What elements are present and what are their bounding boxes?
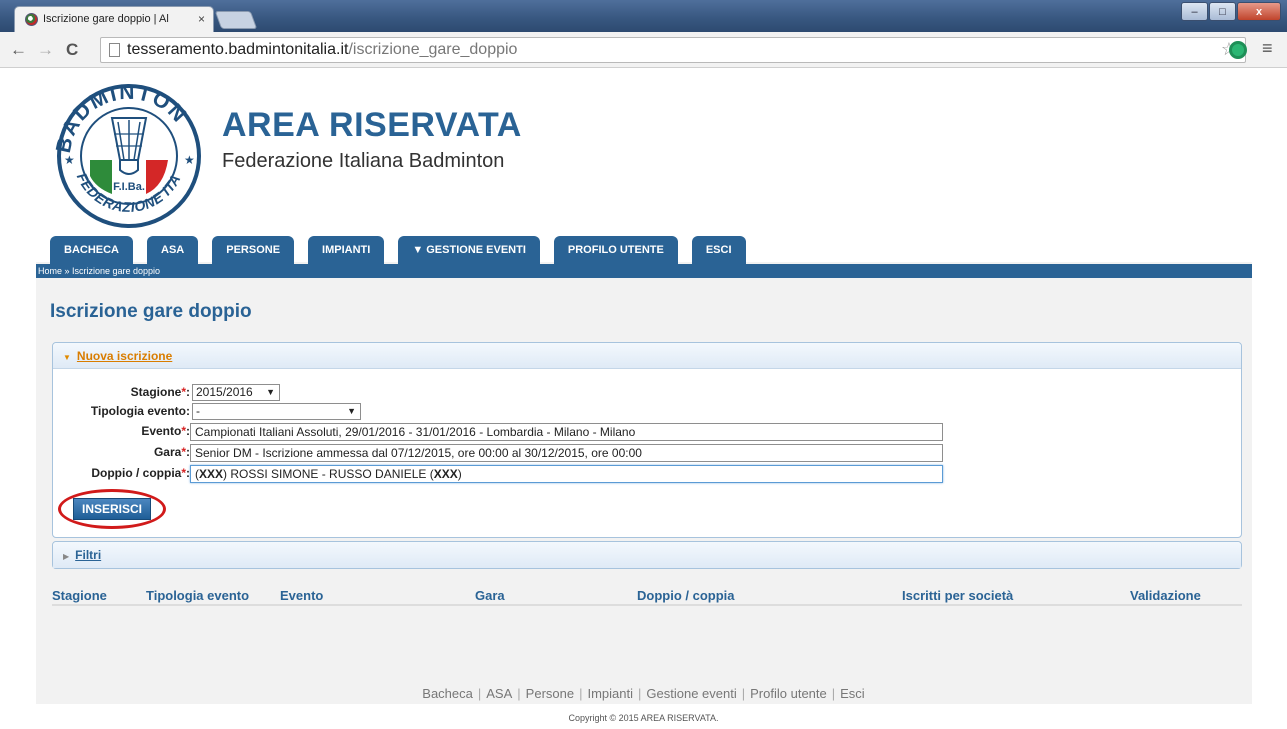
panel-filtri: ▶ Filtri bbox=[52, 541, 1242, 569]
doppio-coppia-field[interactable]: (XXX) ROSSI SIMONE - RUSSO DANIELE (XXX) bbox=[190, 465, 943, 483]
window-controls: – □ x bbox=[1181, 2, 1281, 21]
tipologia-select[interactable]: - ▼ bbox=[192, 403, 361, 420]
tab-gestione-eventi[interactable]: ▼ GESTIONE EVENTI bbox=[398, 236, 540, 264]
site-header: BADMINTON FEDERAZIONE ITALIANA F.I.Ba. ★… bbox=[36, 68, 1252, 262]
footer-link-esci[interactable]: Esci bbox=[840, 686, 865, 701]
browser-titlebar: Iscrizione gare doppio | Al × – □ x bbox=[0, 0, 1287, 32]
panel-nuova-iscrizione: ▼ Nuova iscrizione Stagione*: 2015/2016 ▼ … bbox=[52, 342, 1242, 538]
column-header-evento[interactable]: Evento bbox=[280, 588, 323, 603]
browser-toolbar: ← → C tesseramento.badmintonitalia.it/is… bbox=[0, 32, 1287, 68]
page-icon bbox=[109, 43, 120, 57]
evento-field[interactable]: Campionati Italiani Assoluti, 29/01/2016… bbox=[190, 423, 943, 441]
tab-impianti[interactable]: IMPIANTI bbox=[308, 236, 385, 264]
footer-link-bacheca[interactable]: Bacheca bbox=[422, 686, 473, 701]
url-text: tesseramento.badmintonitalia.it/iscrizio… bbox=[127, 41, 517, 59]
column-header-iscritti[interactable]: Iscritti per società bbox=[902, 588, 1013, 603]
tipologia-label: Tipologia evento: bbox=[90, 404, 190, 418]
svg-text:★: ★ bbox=[64, 153, 75, 167]
extension-icon[interactable] bbox=[1229, 41, 1247, 59]
tab-asa[interactable]: ASA bbox=[147, 236, 199, 264]
results-table-header: Stagione Tipologia evento Evento Gara Do… bbox=[52, 584, 1242, 606]
footer-link-profilo-utente[interactable]: Profilo utente bbox=[750, 686, 827, 701]
filtri-link[interactable]: Filtri bbox=[75, 548, 101, 562]
registration-form: Stagione*: 2015/2016 ▼ Tipologia evento: … bbox=[53, 369, 1241, 539]
panel-header-filtri[interactable]: ▶ Filtri bbox=[53, 542, 1241, 568]
site-title: AREA RISERVATA bbox=[222, 106, 522, 144]
fiba-logo[interactable]: BADMINTON FEDERAZIONE ITALIANA F.I.Ba. ★… bbox=[50, 78, 208, 228]
new-tab-button[interactable] bbox=[214, 11, 258, 29]
column-header-gara[interactable]: Gara bbox=[475, 588, 505, 603]
footer-nav: Bacheca | ASA | Persone | Impianti | Gestione ev… bbox=[422, 686, 865, 701]
chevron-down-icon: ▼ bbox=[266, 387, 275, 397]
gara-field[interactable]: Senior DM - Iscrizione ammessa dal 07/12… bbox=[190, 444, 943, 462]
url-path: /iscrizione_gare_doppio bbox=[348, 41, 518, 58]
back-arrow-icon[interactable]: ← bbox=[10, 40, 27, 60]
browser-tab[interactable]: Iscrizione gare doppio | Al × bbox=[14, 6, 214, 32]
footer-link-impianti[interactable]: Impianti bbox=[587, 686, 633, 701]
stagione-label: Stagione*: bbox=[130, 385, 190, 399]
tab-title: Iscrizione gare doppio | Al bbox=[43, 13, 169, 25]
footer-link-persone[interactable]: Persone bbox=[526, 686, 574, 701]
footer-link-gestione-eventi[interactable]: Gestione eventi bbox=[646, 686, 736, 701]
minimize-button[interactable]: – bbox=[1181, 2, 1208, 21]
logo-initials: F.I.Ba. bbox=[113, 181, 145, 193]
tab-persone[interactable]: PERSONE bbox=[212, 236, 295, 264]
column-header-validazione[interactable]: Validazione bbox=[1130, 588, 1201, 603]
caret-right-icon: ▶ bbox=[63, 552, 70, 561]
nuova-iscrizione-link[interactable]: Nuova iscrizione bbox=[77, 349, 172, 363]
forward-arrow-icon[interactable]: → bbox=[37, 40, 54, 60]
page-content: BADMINTON FEDERAZIONE ITALIANA F.I.Ba. ★… bbox=[36, 68, 1252, 704]
address-bar[interactable]: tesseramento.badmintonitalia.it/iscrizio… bbox=[100, 37, 1246, 63]
tab-esci[interactable]: ESCI bbox=[691, 236, 746, 264]
stagione-select[interactable]: 2015/2016 ▼ bbox=[192, 384, 280, 401]
menu-icon[interactable]: ≡ bbox=[1262, 38, 1273, 59]
main-nav: BACHECA ASA PERSONE IMPIANTI ▼ GESTIONE … bbox=[50, 236, 760, 264]
page-title: Iscrizione gare doppio bbox=[50, 301, 252, 322]
svg-text:★: ★ bbox=[184, 153, 195, 167]
breadcrumb[interactable]: Home » Iscrizione gare doppio bbox=[36, 264, 1252, 278]
caret-down-icon: ▼ bbox=[63, 353, 71, 362]
site-subtitle: Federazione Italiana Badminton bbox=[222, 150, 505, 172]
inserisci-button[interactable]: INSERISCI bbox=[73, 498, 151, 520]
column-header-tipologia[interactable]: Tipologia evento bbox=[146, 588, 249, 603]
maximize-button[interactable]: □ bbox=[1209, 2, 1236, 21]
favicon-icon bbox=[25, 13, 38, 26]
footer-link-asa[interactable]: ASA bbox=[486, 686, 512, 701]
chevron-down-icon: ▼ bbox=[347, 406, 356, 416]
tab-close-icon[interactable]: × bbox=[198, 12, 205, 26]
copyright-text: Copyright © 2015 AREA RISERVATA. bbox=[568, 713, 719, 723]
tab-bacheca[interactable]: BACHECA bbox=[50, 236, 133, 264]
reload-icon[interactable]: C bbox=[66, 40, 78, 60]
tab-profilo-utente[interactable]: PROFILO UTENTE bbox=[553, 236, 678, 264]
column-header-stagione[interactable]: Stagione bbox=[52, 588, 107, 603]
doppio-label: Doppio / coppia*: bbox=[91, 466, 190, 480]
evento-label: Evento*: bbox=[141, 424, 190, 438]
gara-label: Gara*: bbox=[153, 445, 190, 459]
url-host: tesseramento.badmintonitalia.it bbox=[127, 41, 349, 58]
close-window-button[interactable]: x bbox=[1237, 2, 1281, 21]
column-header-doppio[interactable]: Doppio / coppia bbox=[637, 588, 735, 603]
panel-header-nuova-iscrizione[interactable]: ▼ Nuova iscrizione bbox=[53, 343, 1241, 369]
